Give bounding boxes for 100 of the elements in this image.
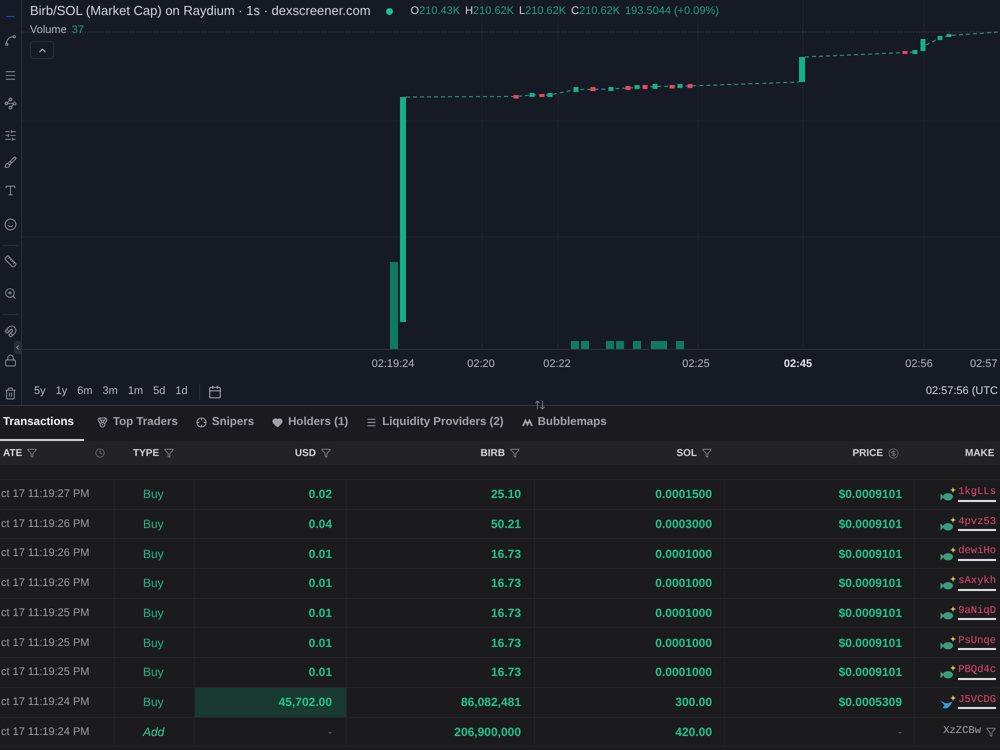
ohlc-value: 210.62K xyxy=(473,4,514,19)
calendar-icon xyxy=(208,384,222,398)
usd-cell: 0.02 xyxy=(195,480,347,509)
table-row[interactable]: ct 17 11:19:24 PM Buy 45,702.00 86,082,481 300.00 $0.0005309 J5VCDG xyxy=(0,688,1000,718)
price-cell: $0.0009101 xyxy=(725,598,915,628)
usd-cell: 0.04 xyxy=(195,510,347,538)
filter-icon[interactable] xyxy=(986,726,996,737)
range-button[interactable]: 1m xyxy=(122,383,148,400)
lines-icon[interactable] xyxy=(4,69,17,82)
date-cell: ct 17 11:19:26 PM xyxy=(0,569,115,598)
type-cell: Buy xyxy=(115,539,195,568)
sol-cell: 0.0003000 xyxy=(535,510,725,538)
candle xyxy=(548,93,552,97)
candle xyxy=(946,34,952,37)
type-cell: Buy xyxy=(115,569,195,598)
dollar-circle-icon[interactable] xyxy=(888,448,899,458)
volume-bar xyxy=(571,341,579,349)
date-cell: ct 17 11:19:26 PM xyxy=(0,510,115,538)
go-to-date-button[interactable] xyxy=(208,384,222,398)
target-icon xyxy=(196,417,207,428)
candle xyxy=(530,93,534,97)
maker-link[interactable]: J5VCDG xyxy=(958,694,996,710)
tab[interactable]: Bubblemaps xyxy=(516,406,612,441)
column-header[interactable]: TYPE xyxy=(133,446,160,460)
heart-icon xyxy=(272,417,284,428)
sliders-icon[interactable] xyxy=(4,129,17,142)
filter-icon[interactable] xyxy=(702,448,712,458)
text-icon[interactable] xyxy=(4,184,17,197)
table-row[interactable]: ct 17 11:19:25 PM Buy 0.01 16.73 0.0001000 $0.0009101 9aNiqD xyxy=(0,598,1000,628)
column-header[interactable]: BIRB xyxy=(480,446,505,460)
column-header[interactable]: ATE xyxy=(3,446,22,460)
maker-link[interactable]: PsUnqe xyxy=(958,636,996,650)
price-cell: $0.0009101 xyxy=(725,539,915,568)
birb-cell: 16.73 xyxy=(347,628,535,658)
range-button[interactable]: 3m xyxy=(98,383,123,400)
maker-link[interactable]: dewiHo xyxy=(958,546,996,561)
usd-cell: 0.01 xyxy=(195,569,347,598)
range-button[interactable]: 1d xyxy=(170,383,193,400)
maker-link[interactable]: 4pvz53 xyxy=(958,516,996,532)
maker-link[interactable]: 9aNiqD xyxy=(958,606,996,620)
volume-bar xyxy=(633,341,641,349)
birb-cell: 206,900,000 xyxy=(347,718,535,746)
range-button[interactable]: 5y xyxy=(29,383,51,400)
chevron-left-icon xyxy=(14,344,21,351)
sol-cell: 0.0001000 xyxy=(535,598,725,628)
candle xyxy=(938,36,942,40)
ruler-icon[interactable] xyxy=(4,255,17,268)
range-button[interactable]: 5d xyxy=(148,383,170,400)
column-header[interactable]: SOL xyxy=(676,446,697,460)
ohlc-value: 210.62K xyxy=(525,4,566,19)
zoom-in-icon[interactable] xyxy=(4,287,17,300)
table-row[interactable]: ct 17 11:19:24 PM Add - 206,900,000 420.00 - XzZCBw xyxy=(0,718,1000,748)
table-row[interactable]: ct 17 11:19:25 PM Buy 0.01 16.73 0.0001000 $0.0009101 PsUnqe xyxy=(0,628,1000,658)
time-axis-label: 02:57 xyxy=(970,357,998,372)
filter-icon[interactable] xyxy=(164,448,174,458)
date-cell: ct 17 11:19:25 PM xyxy=(0,598,115,628)
column-header[interactable]: PRICE xyxy=(852,446,883,460)
tab[interactable]: Snipers xyxy=(190,406,260,441)
maker-address: XzZCBw xyxy=(943,724,981,739)
brush-icon[interactable] xyxy=(4,156,17,169)
magnet-icon[interactable] xyxy=(4,325,17,338)
fish-with-sparkle-icon xyxy=(940,487,956,502)
tab[interactable]: Top Traders xyxy=(92,406,183,441)
filter-icon[interactable] xyxy=(321,448,331,458)
collapse-button[interactable] xyxy=(30,41,54,59)
resize-handle-icon[interactable] xyxy=(534,399,546,411)
type-cell: Buy xyxy=(115,598,195,628)
table-row[interactable]: ct 17 11:19:26 PM Buy 0.04 50.21 0.0003000 $0.0009101 4pvz53 xyxy=(0,510,1000,540)
volume-bar xyxy=(606,341,614,349)
filter-icon[interactable] xyxy=(510,448,520,458)
maker-link[interactable]: sAxykh xyxy=(958,576,996,591)
maker-link[interactable]: PBQd4c xyxy=(958,665,996,680)
column-header[interactable]: USD xyxy=(294,446,316,460)
tab[interactable]: Holders (1) xyxy=(267,406,354,441)
candle xyxy=(574,87,578,92)
candle xyxy=(652,84,658,89)
table-row[interactable]: ct 17 11:19:25 PM Buy 0.01 16.73 0.0001000 $0.0009101 PBQd4c xyxy=(0,658,1000,688)
time-axis-label: 02:56 xyxy=(905,357,933,372)
lock-icon[interactable] xyxy=(4,354,17,367)
fish-with-sparkle-icon xyxy=(940,606,956,620)
range-button[interactable]: 1y xyxy=(50,383,72,400)
usd-cell: 0.01 xyxy=(195,598,347,628)
column-header[interactable]: MAKE xyxy=(965,446,994,460)
sol-cell: 0.0001000 xyxy=(535,539,725,568)
tab[interactable]: Liquidity Providers (2) xyxy=(361,406,509,441)
toolbar-collapse-button[interactable] xyxy=(14,341,21,354)
nodes-icon[interactable] xyxy=(4,97,17,110)
table-row[interactable]: ct 17 11:19:26 PM Buy 0.01 16.73 0.0001000 $0.0009101 sAxykh xyxy=(0,569,1000,599)
curve-line-icon[interactable] xyxy=(4,34,17,47)
smiley-icon[interactable] xyxy=(4,218,17,231)
clock-icon[interactable] xyxy=(95,448,105,458)
trash-icon[interactable] xyxy=(4,387,17,400)
table-row[interactable]: ct 17 11:19:27 PM Buy 0.02 25.10 0.0001500 $0.0009101 1kgLLs xyxy=(0,480,1000,510)
price-cell: $0.0009101 xyxy=(725,480,915,509)
range-button[interactable]: 6m xyxy=(72,383,98,400)
fish-with-sparkle-icon xyxy=(940,665,956,680)
maker-link[interactable]: 1kgLLs xyxy=(958,487,996,502)
table-row[interactable]: ct 17 11:19:26 PM Buy 0.01 16.73 0.0001000 $0.0009101 dewiHo xyxy=(0,539,1000,570)
date-cell: ct 17 11:19:26 PM xyxy=(0,539,115,568)
filter-icon[interactable] xyxy=(27,448,38,458)
